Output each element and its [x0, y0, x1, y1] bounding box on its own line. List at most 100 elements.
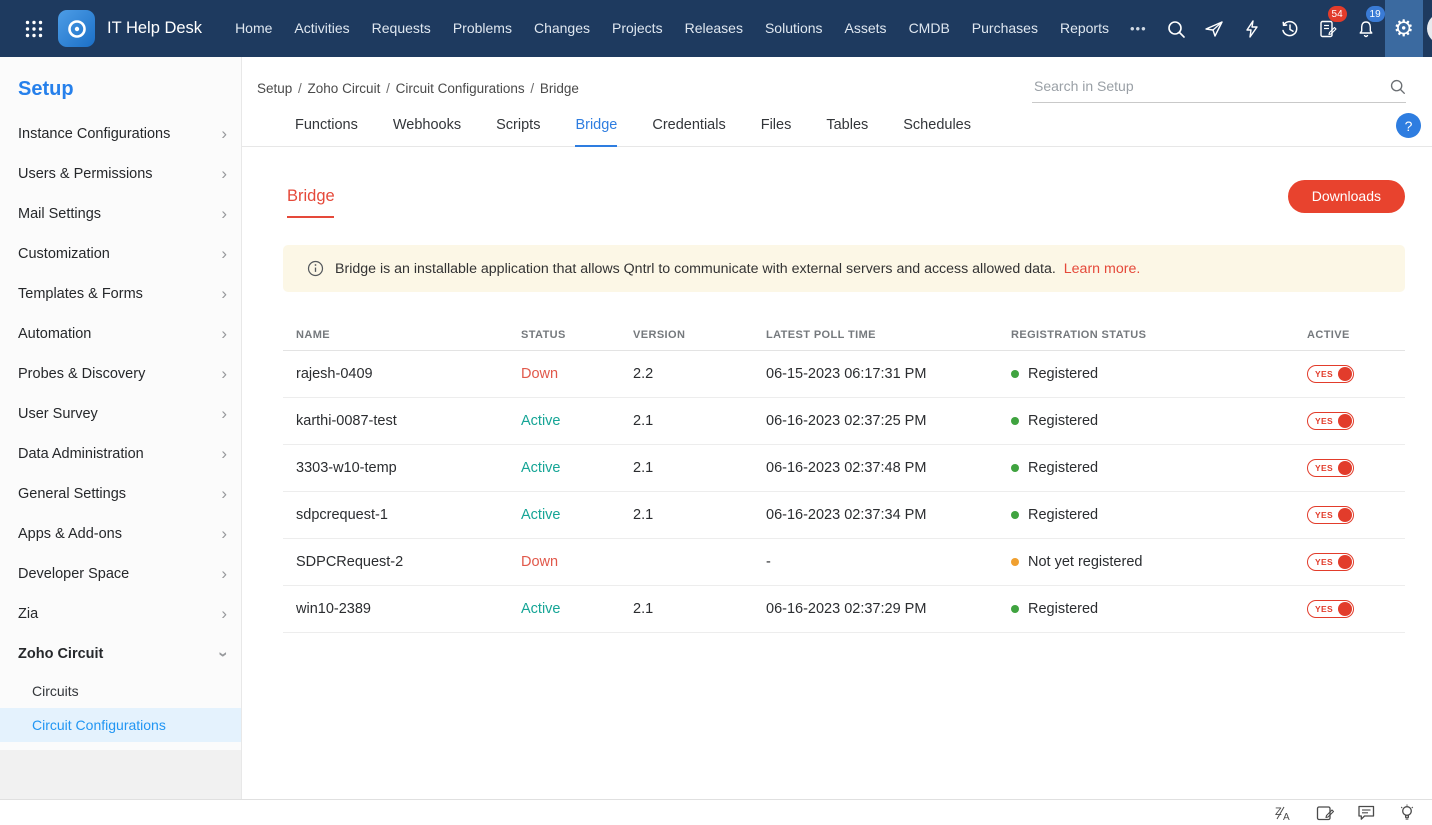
nav-item-problems[interactable]: Problems: [442, 0, 523, 57]
cell-poll-time: 06-16-2023 02:37:29 PM: [766, 601, 927, 617]
nav-item-purchases[interactable]: Purchases: [961, 0, 1049, 57]
sidebar-item-mail-settings[interactable]: Mail Settings ›: [0, 194, 241, 234]
cell-registration-status: Not yet registered: [1011, 554, 1307, 570]
notifications-bell-icon[interactable]: 19: [1347, 0, 1385, 57]
cell-active: YES: [1307, 412, 1405, 430]
table-row[interactable]: 3303-w10-temp Active 2.1 06-16-2023 02:37:4…: [283, 445, 1405, 492]
sidebar-subitem-circuit-configurations[interactable]: Circuit Configurations: [0, 708, 241, 742]
tab-scripts[interactable]: Scripts: [496, 117, 540, 146]
sidebar-subitem-circuits[interactable]: Circuits: [0, 674, 241, 708]
bottom-bar: Z A: [0, 799, 1432, 825]
help-button[interactable]: ?: [1396, 113, 1421, 138]
info-icon: [307, 260, 324, 277]
tasks-icon[interactable]: 54: [1309, 0, 1347, 57]
chevron-right-icon: ›: [221, 523, 227, 543]
bridge-table-header: NAME STATUS VERSION LATEST POLL TIME REGISTR…: [283, 319, 1405, 351]
breadcrumb-bridge[interactable]: Bridge: [540, 81, 579, 96]
sidebar-item-general-settings[interactable]: General Settings ›: [0, 474, 241, 514]
tab-files[interactable]: Files: [761, 117, 792, 146]
history-icon[interactable]: [1271, 0, 1309, 57]
nav-item-changes[interactable]: Changes: [523, 0, 601, 57]
sidebar-item-label: Mail Settings: [18, 206, 102, 222]
active-toggle[interactable]: YES: [1307, 459, 1354, 477]
sidebar-item-label: Probes & Discovery: [18, 366, 146, 382]
lightning-icon[interactable]: [1233, 0, 1271, 57]
sidebar-item-probes-discovery[interactable]: Probes & Discovery ›: [0, 354, 241, 394]
tab-functions[interactable]: Functions: [295, 117, 358, 146]
downloads-button[interactable]: Downloads: [1287, 179, 1405, 213]
sidebar-item-zia[interactable]: Zia ›: [0, 594, 241, 634]
nav-item-requests[interactable]: Requests: [361, 0, 442, 57]
breadcrumb-setup[interactable]: Setup: [257, 81, 292, 96]
chevron-right-icon: ›: [221, 443, 227, 463]
nav-item-assets[interactable]: Assets: [834, 0, 898, 57]
sidebar-item-developer-space[interactable]: Developer Space ›: [0, 554, 241, 594]
table-row[interactable]: win10-2389 Active 2.1 06-16-2023 02:37:29 P…: [283, 586, 1405, 633]
search-input[interactable]: [1032, 77, 1389, 95]
sidebar-item-apps-add-ons[interactable]: Apps & Add-ons ›: [0, 514, 241, 554]
nav-item-home[interactable]: Home: [224, 0, 283, 57]
cell-registration-status: Registered: [1011, 507, 1307, 523]
registration-dot: [1011, 417, 1019, 425]
tab-credentials[interactable]: Credentials: [652, 117, 725, 146]
tab-webhooks[interactable]: Webhooks: [393, 117, 461, 146]
apps-grid-icon[interactable]: [24, 16, 44, 42]
column-header-registration-status: REGISTRATION STATUS: [1011, 328, 1147, 341]
user-avatar[interactable]: [1426, 13, 1432, 44]
translate-icon[interactable]: Z A: [1275, 804, 1294, 822]
sidebar-item-customization[interactable]: Customization ›: [0, 234, 241, 274]
table-row[interactable]: SDPCRequest-2 Down - Not yet registered YES: [283, 539, 1405, 586]
registration-dot: [1011, 464, 1019, 472]
chevron-right-icon: ›: [221, 363, 227, 383]
learn-more-link[interactable]: Learn more.: [1064, 261, 1141, 277]
cell-version: 2.1: [633, 413, 654, 429]
cell-name: sdpcrequest-1: [296, 507, 388, 523]
table-row[interactable]: sdpcrequest-1 Active 2.1 06-16-2023 02:37:3…: [283, 492, 1405, 539]
search-icon[interactable]: [1157, 0, 1195, 57]
tab-tables[interactable]: Tables: [826, 117, 868, 146]
active-toggle[interactable]: YES: [1307, 553, 1354, 571]
nav-more-button[interactable]: •••: [1120, 21, 1157, 36]
cell-registration-status: Registered: [1011, 460, 1307, 476]
active-toggle[interactable]: YES: [1307, 506, 1354, 524]
cell-poll-time: -: [766, 554, 771, 570]
main-content: Setup / Zoho Circuit / Circuit Configura…: [242, 57, 1432, 799]
nav-item-reports[interactable]: Reports: [1049, 0, 1120, 57]
breadcrumb: Setup / Zoho Circuit / Circuit Configura…: [257, 81, 579, 96]
sidebar-item-user-survey[interactable]: User Survey ›: [0, 394, 241, 434]
feedback-icon[interactable]: [1316, 804, 1335, 822]
paper-plane-icon[interactable]: [1195, 0, 1233, 57]
sidebar-item-zoho-circuit[interactable]: Zoho Circuit ›: [0, 634, 241, 674]
registration-dot: [1011, 558, 1019, 566]
sidebar-item-automation[interactable]: Automation ›: [0, 314, 241, 354]
nav-item-activities[interactable]: Activities: [283, 0, 360, 57]
table-row[interactable]: karthi-0087-test Active 2.1 06-16-2023 02:3…: [283, 398, 1405, 445]
sidebar-item-templates-forms[interactable]: Templates & Forms ›: [0, 274, 241, 314]
sidebar-item-users-permissions[interactable]: Users & Permissions ›: [0, 154, 241, 194]
sidebar-item-instance-configurations[interactable]: Instance Configurations ›: [0, 114, 241, 154]
sidebar-item-data-administration[interactable]: Data Administration ›: [0, 434, 241, 474]
cell-active: YES: [1307, 506, 1405, 524]
nav-item-releases[interactable]: Releases: [674, 0, 754, 57]
sidebar-item-label: Zia: [18, 606, 39, 622]
sidebar-item-label: Users & Permissions: [18, 166, 153, 182]
active-toggle[interactable]: YES: [1307, 412, 1354, 430]
tab-bridge[interactable]: Bridge: [575, 117, 618, 147]
lightbulb-icon[interactable]: [1398, 804, 1416, 822]
sidebar-item-label: Apps & Add-ons: [18, 526, 122, 542]
tab-schedules[interactable]: Schedules: [903, 117, 971, 146]
breadcrumb-circuit-configurations[interactable]: Circuit Configurations: [396, 81, 525, 96]
breadcrumb-zoho-circuit[interactable]: Zoho Circuit: [308, 81, 381, 96]
settings-gear-icon[interactable]: ⚙: [1384, 0, 1423, 57]
active-toggle[interactable]: YES: [1307, 365, 1354, 383]
nav-item-projects[interactable]: Projects: [601, 0, 674, 57]
nav-item-solutions[interactable]: Solutions: [754, 0, 834, 57]
cell-poll-time: 06-16-2023 02:37:25 PM: [766, 413, 927, 429]
tabs: Functions Webhooks Scripts Bridge Credential…: [242, 117, 1432, 147]
table-row[interactable]: rajesh-0409 Down 2.2 06-15-2023 06:17:31 PM…: [283, 351, 1405, 398]
chat-icon[interactable]: [1357, 804, 1376, 822]
registration-dot: [1011, 511, 1019, 519]
nav-item-cmdb[interactable]: CMDB: [898, 0, 961, 57]
active-toggle[interactable]: YES: [1307, 600, 1354, 618]
setup-search-icon[interactable]: [1389, 78, 1406, 95]
